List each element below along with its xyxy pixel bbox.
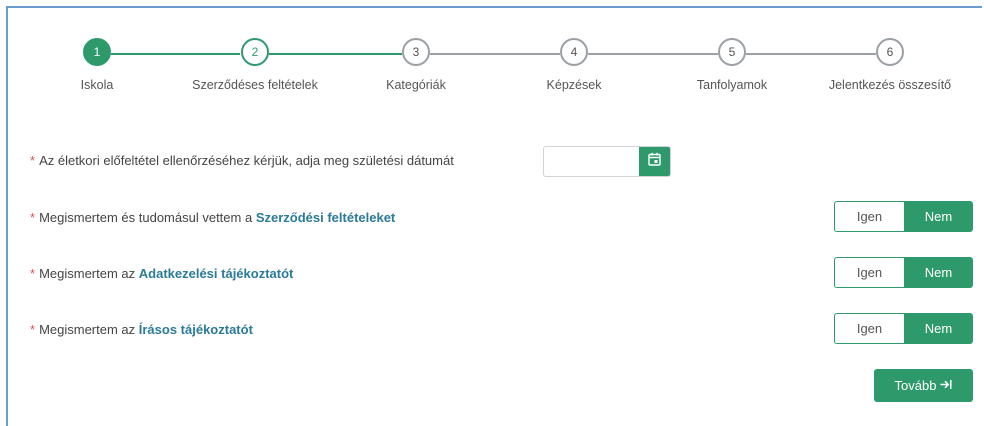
step-label: Tanfolyamok: [696, 78, 768, 92]
step-number: 1: [83, 38, 111, 66]
step-trainings[interactable]: 4 Képzések: [504, 38, 644, 92]
written-info-toggle: Igen Nem: [834, 313, 973, 344]
birthdate-row-label: * Az életkori előfeltétel ellenőrzéséhez …: [30, 153, 454, 168]
birthdate-label: Az életkori előfeltétel ellenőrzéséhez k…: [39, 153, 454, 168]
next-label: Tovább: [894, 378, 937, 393]
terms-link[interactable]: Szerződési feltételeket: [256, 210, 395, 225]
terms-toggle: Igen Nem: [834, 201, 973, 232]
step-summary[interactable]: 6 Jelentkezés összesítő: [820, 38, 960, 92]
privacy-row-label: * Megismertem az Adatkezelési tájékoztató…: [30, 266, 293, 281]
step-label: Iskola: [80, 78, 114, 92]
step-label: Jelentkezés összesítő: [828, 78, 952, 92]
arrow-right-to-bar-icon: [940, 379, 953, 393]
written-info-no-button[interactable]: Nem: [904, 313, 973, 344]
written-info-yes-button[interactable]: Igen: [834, 313, 904, 344]
step-categories[interactable]: 3 Kategóriák: [346, 38, 486, 92]
terms-yes-button[interactable]: Igen: [834, 201, 904, 232]
step-number: 5: [718, 38, 746, 66]
privacy-no-button[interactable]: Nem: [904, 257, 973, 288]
step-contract-terms[interactable]: 2 Szerződéses feltételek: [185, 38, 325, 92]
terms-row-label: * Megismertem és tudomásul vettem a Szerz…: [30, 210, 395, 225]
step-label: Szerződéses feltételek: [192, 78, 318, 92]
required-marker: *: [30, 210, 36, 225]
step-number: 3: [402, 38, 430, 66]
required-marker: *: [30, 266, 36, 281]
terms-label: Megismertem és tudomásul vettem a: [39, 210, 256, 225]
terms-no-button[interactable]: Nem: [904, 201, 973, 232]
privacy-label: Megismertem az: [39, 266, 139, 281]
step-label: Kategóriák: [386, 78, 446, 92]
privacy-toggle: Igen Nem: [834, 257, 973, 288]
written-info-link[interactable]: Írásos tájékoztatót: [139, 322, 253, 337]
progress-stepper: 1 Iskola 2 Szerződéses feltételek 3 Kate…: [0, 0, 984, 110]
written-info-row-label: * Megismertem az Írásos tájékoztatót: [30, 322, 253, 337]
birthdate-input[interactable]: [543, 146, 671, 177]
privacy-yes-button[interactable]: Igen: [834, 257, 904, 288]
step-number: 2: [241, 38, 269, 66]
step-label: Képzések: [546, 78, 602, 92]
step-number: 6: [876, 38, 904, 66]
written-info-label: Megismertem az: [39, 322, 139, 337]
calendar-icon: [648, 152, 661, 171]
required-marker: *: [30, 322, 36, 337]
calendar-button[interactable]: [639, 147, 670, 176]
step-courses[interactable]: 5 Tanfolyamok: [662, 38, 802, 92]
privacy-link[interactable]: Adatkezelési tájékoztatót: [139, 266, 294, 281]
required-marker: *: [30, 153, 36, 168]
next-button[interactable]: Tovább: [874, 369, 973, 402]
step-number: 4: [560, 38, 588, 66]
step-school[interactable]: 1 Iskola: [27, 38, 167, 92]
